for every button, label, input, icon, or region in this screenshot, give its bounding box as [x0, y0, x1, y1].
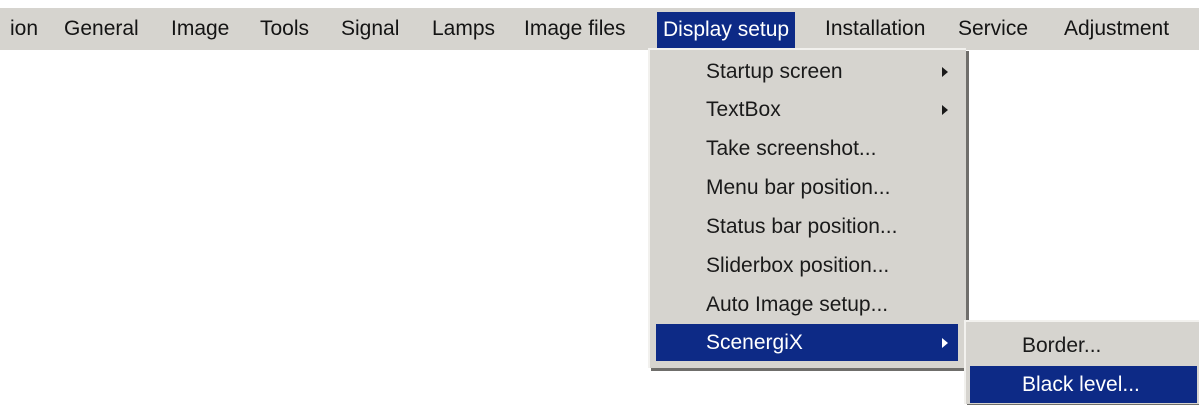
menu-option-label: ScenergiX	[706, 331, 803, 354]
scenergix-submenu: Border... Black level...	[964, 320, 1199, 404]
menu-item-adjustment[interactable]: Adjustment	[1064, 8, 1169, 50]
menu-option-label: Startup screen	[706, 60, 843, 83]
menu-item-lamps[interactable]: Lamps	[432, 8, 495, 50]
submenu-option-label: Border...	[1022, 334, 1102, 357]
menu-option-label: TextBox	[706, 98, 781, 121]
submenu-option-label: Black level...	[1022, 373, 1140, 396]
menu-option-startup-screen[interactable]: Startup screen	[656, 53, 958, 90]
menu-option-textbox[interactable]: TextBox	[656, 91, 958, 128]
menu-option-label: Status bar position...	[706, 215, 898, 238]
submenu-option-black-level[interactable]: Black level...	[970, 366, 1197, 403]
menu-item-tools[interactable]: Tools	[260, 8, 309, 50]
submenu-option-border[interactable]: Border...	[970, 327, 1197, 364]
menu-item-image-files[interactable]: Image files	[524, 8, 626, 50]
menu-option-label: Sliderbox position...	[706, 254, 890, 277]
submenu-arrow-icon	[942, 67, 948, 77]
menu-option-menu-bar-position[interactable]: Menu bar position...	[656, 169, 958, 206]
menu-item-installation[interactable]: Installation	[825, 8, 925, 50]
menu-item-service[interactable]: Service	[958, 8, 1028, 50]
menu-option-label: Auto Image setup...	[706, 293, 889, 316]
app-root: ion General Image Tools Signal Lamps Ima…	[0, 0, 1199, 405]
menu-item-partial[interactable]: ion	[10, 8, 38, 50]
menu-option-scenergix[interactable]: ScenergiX	[656, 324, 958, 361]
menu-option-take-screenshot[interactable]: Take screenshot...	[656, 130, 958, 167]
menu-item-image[interactable]: Image	[171, 8, 229, 50]
menu-bar: ion General Image Tools Signal Lamps Ima…	[0, 8, 1199, 50]
menu-option-auto-image-setup[interactable]: Auto Image setup...	[656, 286, 958, 323]
menu-option-label: Menu bar position...	[706, 176, 891, 199]
submenu-arrow-icon	[942, 338, 948, 348]
menu-option-status-bar-position[interactable]: Status bar position...	[656, 208, 958, 245]
menu-item-general[interactable]: General	[64, 8, 139, 50]
menu-option-sliderbox-position[interactable]: Sliderbox position...	[656, 247, 958, 284]
menu-item-display-setup[interactable]: Display setup	[657, 12, 796, 48]
menu-item-signal[interactable]: Signal	[341, 8, 399, 50]
display-setup-dropdown: Startup screen TextBox Take screenshot..…	[648, 48, 966, 368]
submenu-arrow-icon	[942, 105, 948, 115]
menu-option-label: Take screenshot...	[706, 137, 877, 160]
